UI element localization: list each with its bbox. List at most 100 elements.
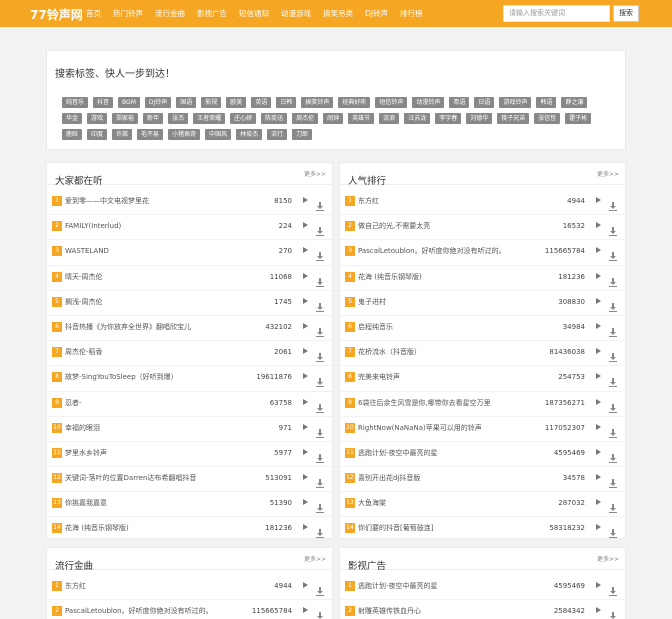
download-icon[interactable] bbox=[316, 272, 324, 287]
download-icon[interactable] bbox=[316, 473, 324, 489]
play-icon[interactable] bbox=[596, 448, 601, 455]
song-title-link[interactable]: 抖音热播《为你放弃全世界》翻唱欣宝儿 bbox=[65, 322, 191, 332]
tag-item[interactable]: 闹钟 bbox=[323, 113, 344, 124]
tag-item[interactable]: 许嵩 bbox=[112, 129, 133, 140]
tag-item[interactable]: 短信铃声 bbox=[375, 97, 408, 108]
tag-item[interactable]: DJ铃声 bbox=[144, 97, 172, 108]
play-icon[interactable] bbox=[596, 398, 601, 405]
tag-item[interactable]: 英雄节 bbox=[348, 113, 375, 124]
tag-item[interactable]: 新年 bbox=[143, 113, 164, 124]
play-icon[interactable] bbox=[596, 272, 601, 279]
search-button[interactable]: 搜索 bbox=[613, 5, 639, 22]
tag-item[interactable]: 粤语 bbox=[449, 97, 470, 108]
nav-ranking[interactable]: 排行榜 bbox=[394, 0, 429, 27]
download-icon[interactable] bbox=[316, 423, 324, 438]
play-icon[interactable] bbox=[596, 348, 601, 355]
song-title-link[interactable]: 你挑嘉我嘉意 bbox=[65, 498, 107, 508]
tag-item[interactable]: 影视 bbox=[201, 97, 222, 108]
download-icon[interactable] bbox=[609, 498, 617, 514]
download-icon[interactable] bbox=[609, 272, 617, 287]
download-icon[interactable] bbox=[316, 297, 324, 312]
tag-item[interactable]: 薛之谦 bbox=[561, 97, 588, 108]
tag-item[interactable]: BGM bbox=[118, 97, 140, 108]
play-icon[interactable] bbox=[596, 423, 601, 430]
song-title-link[interactable]: 逃跑计划-夜空中最亮的星 bbox=[358, 448, 438, 458]
tag-item[interactable]: 刀郎 bbox=[292, 129, 313, 140]
nav-sms-notify[interactable]: 短信通知 bbox=[233, 0, 275, 27]
play-icon[interactable] bbox=[303, 607, 308, 614]
play-icon[interactable] bbox=[303, 247, 308, 254]
more-link[interactable]: 更多>> bbox=[597, 169, 619, 178]
tag-item[interactable]: 动漫铃声 bbox=[412, 97, 445, 108]
download-icon[interactable] bbox=[316, 347, 324, 363]
song-title-link[interactable]: 做自己的光,不需要太亮 bbox=[358, 221, 430, 231]
more-link[interactable]: 更多>> bbox=[304, 554, 326, 563]
tag-item[interactable]: 筷子兄弟 bbox=[497, 113, 530, 124]
nav-home[interactable]: 首页 bbox=[80, 0, 107, 27]
tag-item[interactable]: 林俊杰 bbox=[236, 129, 263, 140]
tag-item[interactable]: 日韩 bbox=[276, 97, 297, 108]
tag-item[interactable]: 张杰 bbox=[168, 113, 189, 124]
play-icon[interactable] bbox=[596, 474, 601, 481]
tag-item[interactable]: 霍子彬 bbox=[565, 113, 592, 124]
play-icon[interactable] bbox=[303, 197, 308, 203]
download-icon[interactable] bbox=[316, 398, 324, 413]
song-title-link[interactable]: 花桥流水（抖音版） bbox=[358, 347, 421, 357]
tag-item[interactable]: 小猪佩奇 bbox=[168, 129, 201, 140]
song-title-link[interactable]: 启程纯音乐 bbox=[358, 322, 393, 332]
song-title-link[interactable]: 幸福的眼泪 bbox=[65, 423, 100, 433]
play-icon[interactable] bbox=[303, 582, 308, 588]
tag-item[interactable]: 郑家裕 bbox=[112, 113, 139, 124]
tag-item[interactable]: 王者荣耀 bbox=[193, 113, 226, 124]
play-icon[interactable] bbox=[303, 297, 308, 304]
play-icon[interactable] bbox=[303, 524, 308, 531]
nav-hot-ringtones[interactable]: 热门铃声 bbox=[107, 0, 149, 27]
download-icon[interactable] bbox=[316, 581, 324, 596]
song-title-link[interactable]: 完美来电铃声 bbox=[358, 372, 400, 382]
download-icon[interactable] bbox=[609, 606, 617, 619]
tag-item[interactable]: 中国风 bbox=[205, 129, 232, 140]
song-title-link[interactable]: 故梦-SingYouToSleep（好听到爆） bbox=[65, 372, 178, 382]
download-icon[interactable] bbox=[316, 221, 324, 237]
song-title-link[interactable]: 爱到零——中文电视梦里花 bbox=[65, 196, 149, 206]
play-icon[interactable] bbox=[596, 197, 601, 203]
download-icon[interactable] bbox=[609, 246, 617, 262]
song-title-link[interactable]: 梦里水乡铃声 bbox=[65, 448, 107, 458]
download-icon[interactable] bbox=[609, 398, 617, 413]
tag-item[interactable]: 汪苏泷 bbox=[404, 113, 431, 124]
download-icon[interactable] bbox=[609, 372, 617, 388]
nav-dj[interactable]: DJ铃声 bbox=[359, 0, 394, 27]
play-icon[interactable] bbox=[303, 222, 308, 229]
download-icon[interactable] bbox=[609, 347, 617, 363]
song-title-link[interactable]: 东方红 bbox=[65, 581, 86, 591]
play-icon[interactable] bbox=[596, 247, 601, 254]
play-icon[interactable] bbox=[596, 222, 601, 229]
tag-item[interactable]: 陈奕迅 bbox=[261, 113, 288, 124]
song-title-link[interactable]: 周杰伦-稻香 bbox=[65, 347, 103, 357]
download-icon[interactable] bbox=[609, 297, 617, 312]
song-title-link[interactable]: 晴天-周杰伦 bbox=[65, 272, 103, 282]
play-icon[interactable] bbox=[596, 607, 601, 614]
tag-item[interactable]: 经典好听 bbox=[338, 97, 371, 108]
tag-item[interactable]: 流浪 bbox=[379, 113, 400, 124]
song-title-link[interactable]: WASTELAND bbox=[65, 246, 109, 256]
tag-item[interactable]: 日语 bbox=[474, 97, 495, 108]
play-icon[interactable] bbox=[303, 474, 308, 481]
tag-item[interactable]: 纯音乐 bbox=[62, 97, 89, 108]
song-title-link[interactable]: 关键词-落叶的位置Darren达布希翻唱抖音 bbox=[65, 473, 196, 483]
tag-item[interactable]: 游戏铃声 bbox=[499, 97, 532, 108]
song-title-link[interactable]: 花海 (纯音乐钢琴版) bbox=[65, 523, 129, 533]
download-icon[interactable] bbox=[316, 448, 324, 463]
play-icon[interactable] bbox=[596, 373, 601, 380]
tag-item[interactable]: 国语 bbox=[176, 97, 197, 108]
download-icon[interactable] bbox=[316, 606, 324, 619]
song-title-link[interactable]: 花海 (纯音乐钢琴版) bbox=[358, 272, 422, 282]
song-title-link[interactable]: 逃跑计划-夜空中最亮的星 bbox=[358, 581, 438, 591]
site-logo[interactable]: 77铃声网 bbox=[30, 6, 83, 23]
tag-item[interactable]: 李宇春 bbox=[435, 113, 462, 124]
tag-item[interactable]: 搞笑铃声 bbox=[301, 97, 334, 108]
download-icon[interactable] bbox=[609, 448, 617, 463]
play-icon[interactable] bbox=[596, 499, 601, 506]
tag-item[interactable]: 周杰伦 bbox=[292, 113, 319, 124]
nav-film-ads[interactable]: 影视广告 bbox=[191, 0, 233, 27]
